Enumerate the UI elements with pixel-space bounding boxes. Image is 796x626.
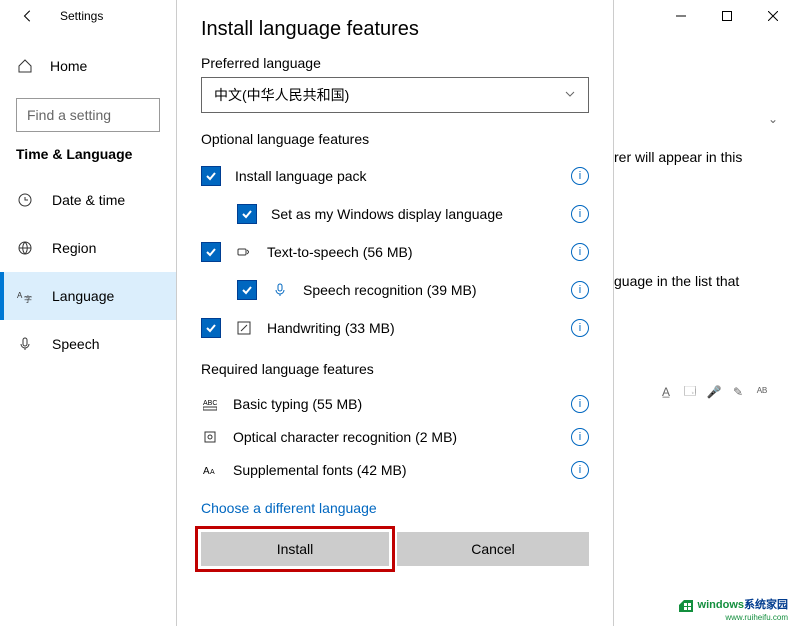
sidebar: Home Find a setting Time & Language Date… xyxy=(0,32,176,626)
checkbox-tts[interactable] xyxy=(201,242,221,262)
handwriting-icon xyxy=(235,321,253,335)
feature-label: Set as my Windows display language xyxy=(271,206,557,222)
dialog-title: Install language features xyxy=(201,18,589,41)
clock-icon xyxy=(16,192,34,208)
nav-language[interactable]: A字 Language xyxy=(0,272,176,320)
checkbox-display-language[interactable] xyxy=(237,204,257,224)
dialog-buttons: Install Cancel xyxy=(201,532,589,566)
back-button[interactable] xyxy=(16,4,40,28)
nav-label: Region xyxy=(52,240,96,256)
nav-region[interactable]: Region xyxy=(0,224,176,272)
svg-text:A: A xyxy=(210,469,215,476)
info-icon[interactable]: i xyxy=(571,319,589,337)
required-fonts: AA Supplemental fonts (42 MB) i xyxy=(201,453,589,486)
feature-display-language: Set as my Windows display language i xyxy=(201,195,589,233)
feature-speech-recognition: Speech recognition (39 MB) i xyxy=(201,271,589,309)
checkbox-handwriting[interactable] xyxy=(201,318,221,338)
globe-icon xyxy=(16,240,34,256)
language-icon: A字 xyxy=(16,288,34,304)
info-icon[interactable]: i xyxy=(571,167,589,185)
bg-icon: 🗔 xyxy=(682,384,698,400)
checkbox-speech-rec[interactable] xyxy=(237,280,257,300)
feature-tts: Text-to-speech (56 MB) i xyxy=(201,233,589,271)
required-basic-typing: ABC Basic typing (55 MB) i xyxy=(201,387,589,420)
info-icon[interactable]: i xyxy=(571,461,589,479)
install-button[interactable]: Install xyxy=(201,532,389,566)
choose-different-language-link[interactable]: Choose a different language xyxy=(201,500,377,516)
feature-label: Install language pack xyxy=(235,168,557,184)
minimize-button[interactable] xyxy=(658,0,704,32)
info-icon[interactable]: i xyxy=(571,428,589,446)
search-input[interactable]: Find a setting xyxy=(16,98,160,132)
feature-label: Optical character recognition (2 MB) xyxy=(233,429,557,445)
checkbox-install-pack[interactable] xyxy=(201,166,221,186)
svg-text:字: 字 xyxy=(24,294,32,304)
svg-text:A: A xyxy=(203,466,210,477)
bg-icon: ᴬᴮ xyxy=(754,384,770,400)
nav-home[interactable]: Home xyxy=(0,46,176,86)
feature-label: Speech recognition (39 MB) xyxy=(303,282,557,298)
feature-label: Supplemental fonts (42 MB) xyxy=(233,462,557,478)
info-icon[interactable]: i xyxy=(571,281,589,299)
info-icon[interactable]: i xyxy=(571,243,589,261)
nav-home-label: Home xyxy=(50,58,87,74)
window-title: Settings xyxy=(60,9,103,23)
feature-label: Basic typing (55 MB) xyxy=(233,396,557,412)
bg-icon: ✎ xyxy=(730,384,746,400)
typing-icon: ABC xyxy=(201,397,219,411)
optional-features-header: Optional language features xyxy=(201,131,589,147)
nav-label: Speech xyxy=(52,336,99,352)
search-placeholder: Find a setting xyxy=(27,107,111,123)
bg-text-2: guage in the list that xyxy=(614,273,784,289)
maximize-button[interactable] xyxy=(704,0,750,32)
feature-label: Handwriting (33 MB) xyxy=(267,320,557,336)
nav-speech[interactable]: Speech xyxy=(0,320,176,368)
chevron-down-icon xyxy=(564,87,576,103)
preferred-language-select[interactable]: 中文(中华人民共和国) xyxy=(201,77,589,113)
close-button[interactable] xyxy=(750,0,796,32)
selected-language: 中文(中华人民共和国) xyxy=(214,85,349,105)
window-controls xyxy=(658,0,796,32)
svg-text:A: A xyxy=(17,291,23,300)
nav-date-time[interactable]: Date & time xyxy=(0,176,176,224)
watermark: windows系统家园 xyxy=(678,596,788,612)
sidebar-section-title: Time & Language xyxy=(0,146,176,162)
watermark-text-2: 系统家园 xyxy=(744,599,788,611)
bg-chevron-icon: ⌄ xyxy=(768,112,778,126)
bg-icon: A̲ xyxy=(658,384,674,400)
nav-label: Date & time xyxy=(52,192,125,208)
required-ocr: Optical character recognition (2 MB) i xyxy=(201,420,589,453)
fonts-icon: AA xyxy=(201,463,219,477)
nav-label: Language xyxy=(52,288,114,304)
feature-handwriting: Handwriting (33 MB) i xyxy=(201,309,589,347)
info-icon[interactable]: i xyxy=(571,395,589,413)
microphone-icon xyxy=(271,283,289,297)
microphone-icon xyxy=(16,336,34,352)
feature-install-pack: Install language pack i xyxy=(201,157,589,195)
ocr-icon xyxy=(201,430,219,444)
svg-text:ABC: ABC xyxy=(203,400,217,407)
bg-text-1: rer will appear in this xyxy=(614,149,784,165)
watermark-text-1: windows xyxy=(698,599,744,611)
bg-feature-icons: A̲ 🗔 🎤 ✎ ᴬᴮ xyxy=(658,384,770,400)
tts-icon xyxy=(235,245,253,259)
watermark-url: www.ruiheifu.com xyxy=(725,613,788,622)
feature-label: Text-to-speech (56 MB) xyxy=(267,244,557,260)
install-language-dialog: Install language features Preferred lang… xyxy=(176,0,614,626)
info-icon[interactable]: i xyxy=(571,205,589,223)
install-highlight: Install xyxy=(195,526,395,572)
required-features-header: Required language features xyxy=(201,361,589,377)
preferred-language-label: Preferred language xyxy=(201,55,589,71)
cancel-button[interactable]: Cancel xyxy=(397,532,589,566)
home-icon xyxy=(16,58,34,74)
bg-icon: 🎤 xyxy=(706,384,722,400)
